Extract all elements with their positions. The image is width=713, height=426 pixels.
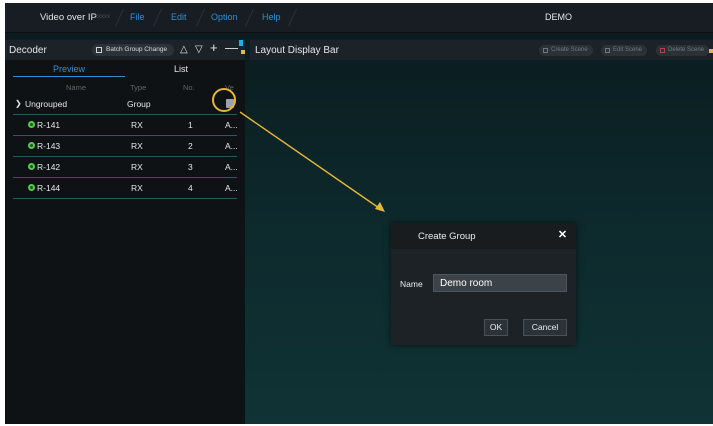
tab-list[interactable]: List <box>125 64 237 74</box>
app-name-suffix: xxxxx <box>95 14 110 20</box>
panel-accent-mark <box>709 49 713 53</box>
group-name: Ungrouped <box>25 99 68 109</box>
delete-scene-button[interactable]: Delete Scene <box>656 45 710 56</box>
ok-button[interactable]: OK <box>484 319 508 336</box>
device-number: 3 <box>188 162 193 172</box>
menu-help[interactable]: Help <box>262 12 281 22</box>
active-tab-indicator <box>13 76 125 77</box>
chevron-up-icon[interactable]: △ <box>180 43 188 57</box>
layout-panel-title: Layout Display Bar <box>255 45 339 56</box>
app-name: Video over IP <box>40 12 97 23</box>
delete-scene-label: Delete Scene <box>668 47 705 53</box>
highlight-annotation <box>212 88 236 112</box>
menu-bar: Video over IP xxxxx File Edit Option Hel… <box>5 3 713 33</box>
device-version: A... <box>225 120 238 130</box>
plus-icon[interactable]: + <box>210 41 218 55</box>
dialog-header: Create Group ✕ <box>391 223 576 249</box>
menu-separator <box>115 9 124 26</box>
device-name: R-142 <box>37 162 61 172</box>
menu-separator <box>288 9 297 26</box>
layout-panel-header: Layout Display Bar Create Scene Edit Sce… <box>250 40 713 60</box>
chevron-down-icon[interactable]: ▽ <box>195 43 203 57</box>
device-type: RX <box>131 162 143 172</box>
create-scene-icon <box>543 48 548 53</box>
edit-scene-label: Edit Scene <box>613 47 643 53</box>
decoder-panel-header: Decoder Batch Group Change △ ▽ + — <box>5 40 245 60</box>
menu-edit[interactable]: Edit <box>171 12 187 22</box>
name-label: Name <box>400 279 423 289</box>
decoder-panel: Decoder Batch Group Change △ ▽ + — Previ… <box>5 40 245 424</box>
device-version: A... <box>225 183 238 193</box>
device-version: A... <box>225 141 238 151</box>
device-name: R-141 <box>37 120 61 130</box>
table-row[interactable]: R-141 RX 1 A... <box>13 115 238 136</box>
table-header: Name Type No. Ve <box>13 83 237 93</box>
online-status-icon <box>28 142 35 149</box>
device-type: RX <box>131 120 143 130</box>
online-status-icon <box>28 163 35 170</box>
create-scene-label: Create Scene <box>551 47 588 53</box>
close-icon[interactable]: ✕ <box>557 230 568 241</box>
edit-scene-icon <box>605 48 610 53</box>
menu-separator <box>153 9 162 26</box>
tab-preview[interactable]: Preview <box>13 64 125 74</box>
group-row-ungrouped[interactable]: ❯ Ungrouped Group <box>13 94 237 115</box>
panel-accent-mark <box>239 40 243 46</box>
dialog-title: Create Group <box>418 231 476 242</box>
menu-file[interactable]: File <box>130 12 145 22</box>
window-title: DEMO <box>545 12 572 22</box>
device-number: 2 <box>188 141 193 151</box>
batch-edit-icon <box>96 47 102 53</box>
table-row[interactable]: R-143 RX 2 A... <box>13 136 238 157</box>
column-no[interactable]: No. <box>183 83 195 92</box>
column-type[interactable]: Type <box>130 83 146 92</box>
menu-separator <box>245 9 254 26</box>
decoder-panel-title: Decoder <box>9 45 47 56</box>
cancel-button[interactable]: Cancel <box>523 319 567 336</box>
expand-chevron-icon[interactable]: ❯ <box>15 99 22 108</box>
device-version: A... <box>225 162 238 172</box>
device-number: 4 <box>188 183 193 193</box>
device-name: R-144 <box>37 183 61 193</box>
device-name: R-143 <box>37 141 61 151</box>
group-name-input[interactable] <box>433 274 567 292</box>
table-row[interactable]: R-144 RX 4 A... <box>13 178 238 199</box>
device-type: RX <box>131 183 143 193</box>
create-scene-button[interactable]: Create Scene <box>539 45 593 56</box>
batch-group-change-button[interactable]: Batch Group Change <box>92 44 174 56</box>
batch-group-change-label: Batch Group Change <box>106 46 168 53</box>
edit-scene-button[interactable]: Edit Scene <box>601 45 648 56</box>
app-window: Video over IP xxxxx File Edit Option Hel… <box>5 3 713 424</box>
create-group-dialog: Create Group ✕ Name OK Cancel <box>391 223 576 345</box>
column-name[interactable]: Name <box>66 83 86 92</box>
online-status-icon <box>28 121 35 128</box>
panel-accent-mark <box>241 50 245 54</box>
device-number: 1 <box>188 120 193 130</box>
table-row[interactable]: R-142 RX 3 A... <box>13 157 238 178</box>
online-status-icon <box>28 184 35 191</box>
delete-scene-icon <box>660 48 665 53</box>
device-type: RX <box>131 141 143 151</box>
minus-icon[interactable]: — <box>225 41 238 55</box>
menu-separator <box>196 9 205 26</box>
menu-option[interactable]: Option <box>211 12 238 22</box>
decoder-tabs: Preview List <box>13 62 237 77</box>
group-type: Group <box>127 99 151 109</box>
